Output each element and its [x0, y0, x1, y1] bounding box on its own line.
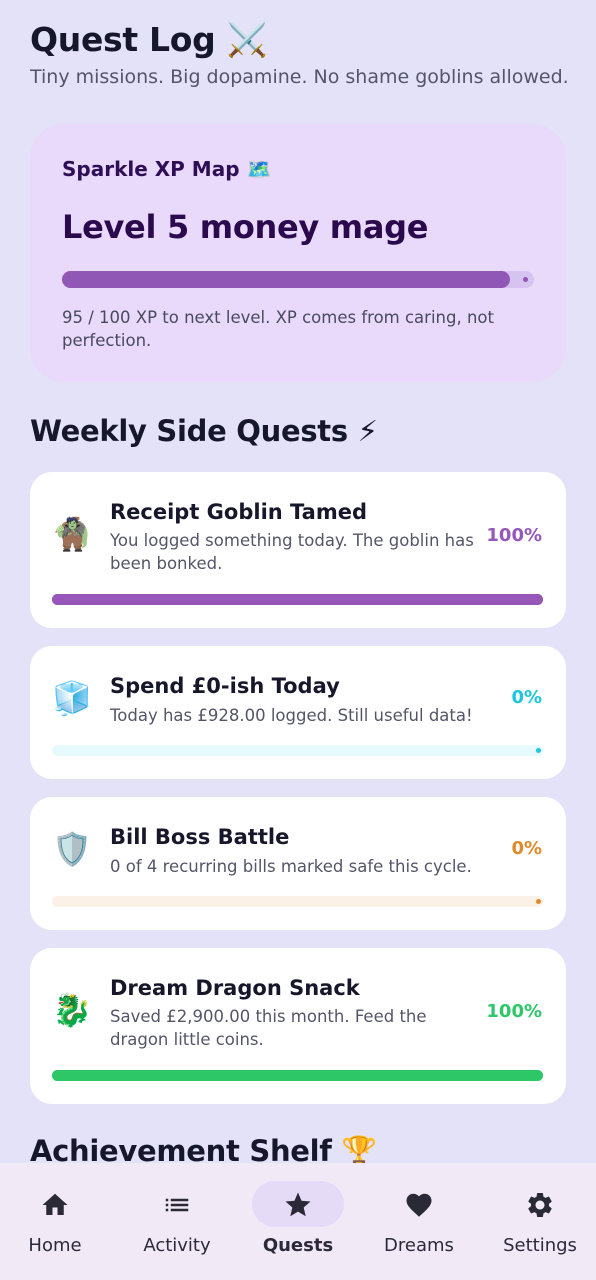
- quest-progress-fill: [52, 594, 543, 605]
- weekly-quests-heading: Weekly Side Quests ⚡: [30, 414, 378, 448]
- xp-progress-note: 95 / 100 XP to next level. XP comes from…: [62, 308, 494, 350]
- home-icon: [38, 1188, 72, 1222]
- gear-icon: [523, 1188, 557, 1222]
- list-icon: [160, 1188, 194, 1222]
- quest-progress-bar: [52, 594, 543, 605]
- xp-progress-fill: [62, 271, 511, 288]
- quest-progress-end-dot: [536, 899, 541, 904]
- quest-progress-bar: [52, 1070, 543, 1081]
- quest-name: Spend £0-ish Today: [110, 674, 340, 698]
- quest-percent: 100%: [486, 525, 542, 546]
- quest-card-bill-boss[interactable]: 🛡️ Bill Boss Battle 0 of 4 recurring bil…: [30, 797, 566, 930]
- quest-card-dream-dragon[interactable]: 🐉 Dream Dragon Snack Saved £2,900.00 thi…: [30, 948, 566, 1104]
- quest-card-spend-zero[interactable]: 🧊 Spend £0-ish Today Today has £928.00 l…: [30, 646, 566, 779]
- quest-description: Today has £928.00 logged. Still useful d…: [110, 706, 473, 725]
- xp-progress-end-dot: [523, 277, 528, 282]
- tab-settings[interactable]: Settings: [485, 1163, 595, 1280]
- quest-name: Receipt Goblin Tamed: [110, 500, 367, 524]
- quest-progress-bar: [52, 896, 543, 907]
- bottom-tab-bar: Home Activity Quests Dreams Settings: [0, 1163, 596, 1280]
- quest-percent: 0%: [511, 687, 542, 708]
- tab-quests[interactable]: Quests: [243, 1163, 353, 1280]
- tab-label: Settings: [503, 1235, 577, 1256]
- quest-progress-end-dot: [536, 748, 541, 753]
- quest-card-receipt-goblin[interactable]: 🧌 Receipt Goblin Tamed You logged someth…: [30, 472, 566, 628]
- tab-dreams[interactable]: Dreams: [364, 1163, 474, 1280]
- quest-description: 0 of 4 recurring bills marked safe this …: [110, 857, 472, 876]
- xp-progress-bar: [62, 271, 534, 288]
- xp-map-title: Sparkle XP Map 🗺️: [62, 157, 272, 181]
- quest-percent: 0%: [511, 838, 542, 859]
- tab-label: Home: [28, 1235, 82, 1256]
- goblin-icon: 🧌: [52, 515, 92, 553]
- tab-activity[interactable]: Activity: [122, 1163, 232, 1280]
- ice-cube-icon: 🧊: [52, 679, 92, 717]
- quest-description: Saved £2,900.00 this month. Feed the dra…: [110, 1007, 427, 1049]
- tab-home[interactable]: Home: [0, 1163, 110, 1280]
- quest-progress-fill: [52, 1070, 543, 1081]
- page-title: Quest Log ⚔️: [30, 20, 268, 59]
- quest-percent: 100%: [486, 1001, 542, 1022]
- xp-level-title: Level 5 money mage: [62, 208, 429, 246]
- shield-icon: 🛡️: [52, 830, 92, 868]
- main-scroll-area[interactable]: Quest Log ⚔️ Tiny missions. Big dopamine…: [0, 0, 596, 1163]
- dragon-icon: 🐉: [52, 991, 92, 1029]
- heart-icon: [402, 1188, 436, 1222]
- quest-name: Bill Boss Battle: [110, 825, 290, 849]
- star-icon: [281, 1188, 315, 1222]
- tab-label: Dreams: [384, 1235, 454, 1256]
- quest-description: You logged something today. The goblin h…: [110, 531, 474, 573]
- quest-progress-bar: [52, 745, 543, 756]
- tab-label: Activity: [143, 1235, 211, 1256]
- achievement-shelf-heading: Achievement Shelf 🏆: [30, 1134, 378, 1163]
- tab-label: Quests: [262, 1235, 334, 1256]
- quest-name: Dream Dragon Snack: [110, 976, 360, 1000]
- page-subtitle: Tiny missions. Big dopamine. No shame go…: [30, 66, 569, 88]
